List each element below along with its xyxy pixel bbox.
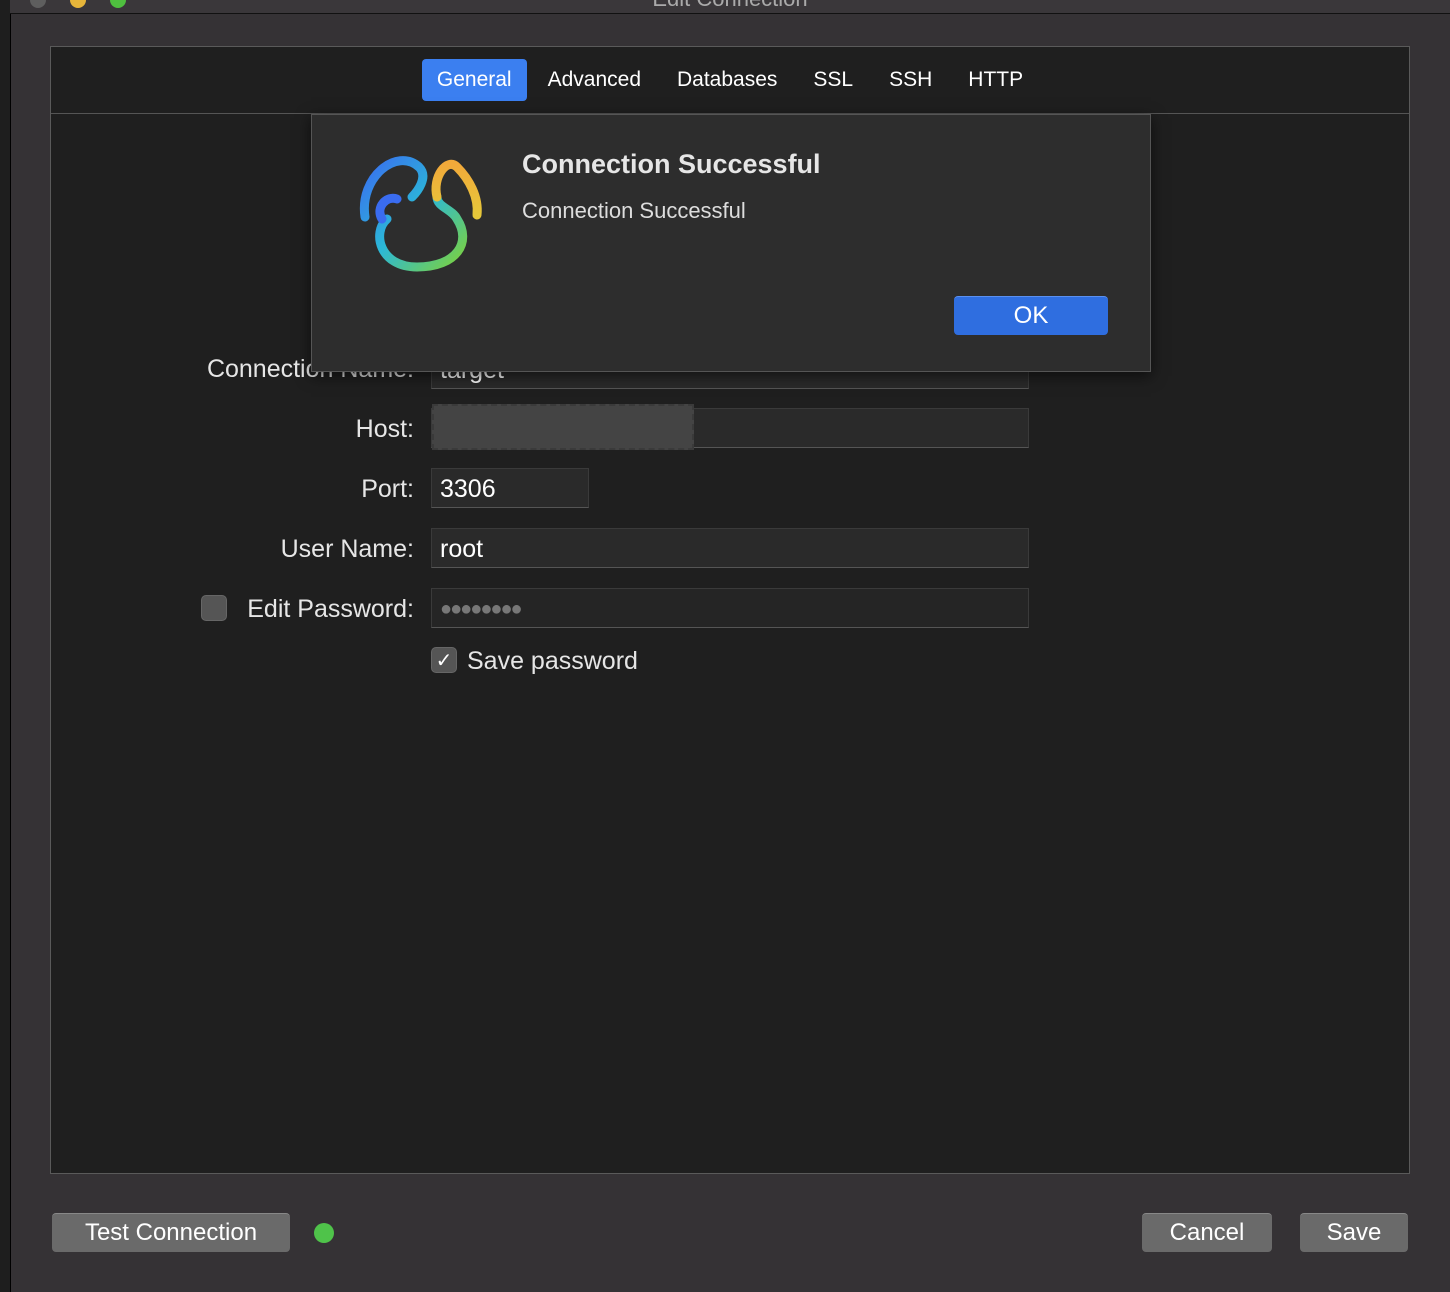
test-connection-button[interactable]: Test Connection xyxy=(52,1213,290,1252)
dialog-title: Connection Successful xyxy=(522,149,821,179)
tab-databases[interactable]: Databases xyxy=(662,59,792,101)
password-input[interactable]: ●●●●●●●● xyxy=(431,588,1029,628)
port-input[interactable]: 3306 xyxy=(431,468,589,508)
connection-success-dialog: Connection Successful Connection Success… xyxy=(311,114,1151,372)
host-label: Host: xyxy=(355,415,414,443)
window-title: Edit Connection xyxy=(10,0,1450,12)
connection-status-indicator xyxy=(314,1223,334,1243)
tab-ssl[interactable]: SSL xyxy=(798,59,868,101)
title-bar: Edit Connection xyxy=(10,0,1450,14)
user-name-label: User Name: xyxy=(280,535,414,563)
host-input[interactable] xyxy=(431,404,1029,450)
ok-button[interactable]: OK xyxy=(954,296,1108,335)
save-password-checkbox[interactable]: ✓ xyxy=(431,647,457,673)
tab-advanced[interactable]: Advanced xyxy=(533,59,656,101)
dialog-message: Connection Successful xyxy=(522,198,746,223)
edit-password-label: Edit Password: xyxy=(247,595,414,623)
tab-bar: General Advanced Databases SSL SSH HTTP xyxy=(51,47,1409,114)
tab-http[interactable]: HTTP xyxy=(953,59,1038,101)
navicat-logo-icon xyxy=(359,156,482,272)
tab-general[interactable]: General xyxy=(421,59,527,101)
cancel-button[interactable]: Cancel xyxy=(1142,1213,1272,1252)
redacted-host xyxy=(432,404,694,450)
port-label: Port: xyxy=(361,475,414,503)
user-name-input[interactable]: root xyxy=(431,528,1029,568)
tab-ssh[interactable]: SSH xyxy=(874,59,947,101)
save-button[interactable]: Save xyxy=(1300,1213,1408,1252)
checkmark-icon: ✓ xyxy=(435,649,453,672)
save-password-label: Save password xyxy=(467,647,638,675)
background-window-edge xyxy=(0,0,11,1292)
edit-password-checkbox[interactable] xyxy=(201,595,227,621)
